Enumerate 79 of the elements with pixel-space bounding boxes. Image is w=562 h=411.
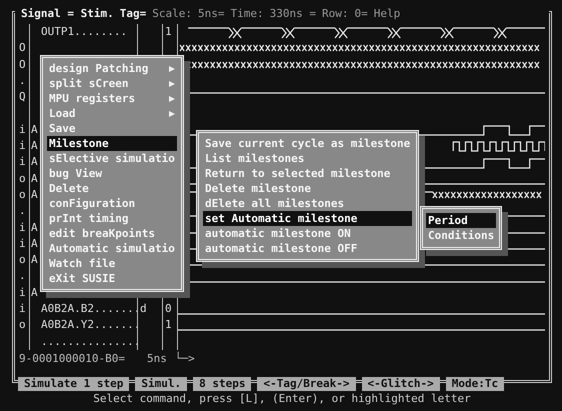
function-key[interactable]: <-Glitch-> bbox=[362, 377, 440, 391]
signal-direction: o bbox=[19, 318, 26, 332]
header-label: 0= bbox=[354, 6, 368, 20]
menu-item[interactable]: Save current cycle as milestone bbox=[203, 136, 412, 151]
menu-item[interactable]: bug View bbox=[47, 166, 177, 181]
signal-type: A bbox=[31, 139, 38, 152]
menu-item[interactable]: dElete all milestones bbox=[203, 196, 412, 211]
scale-label: 5ns bbox=[146, 352, 167, 365]
header-label: Signal = Stim. bbox=[21, 6, 114, 20]
signal-direction: . bbox=[19, 204, 26, 218]
menu-item[interactable]: Return to selected milestone bbox=[203, 166, 412, 181]
header-label: Help bbox=[374, 6, 400, 20]
signal-type: A bbox=[31, 188, 38, 201]
signal-direction: o bbox=[19, 253, 26, 266]
menu-item[interactable]: Watch file bbox=[47, 256, 177, 271]
signal-type: A bbox=[31, 236, 38, 250]
signal-value: 1 bbox=[162, 317, 178, 334]
menu-item[interactable]: design Patching bbox=[47, 61, 177, 76]
status-hint: Select command, press [L], (Enter), or highlighted letter bbox=[92, 392, 472, 405]
menu-item[interactable]: automatic milestone ON bbox=[203, 226, 412, 241]
signal-direction: i bbox=[19, 236, 26, 250]
header-label: 330ns = bbox=[270, 6, 316, 20]
signal-name: OUTP1........ bbox=[41, 25, 128, 38]
signal-value: 0 bbox=[162, 301, 178, 318]
signal-direction: i bbox=[19, 220, 26, 234]
signal-type: A bbox=[31, 172, 38, 185]
header-label: Time: bbox=[230, 6, 264, 20]
menu-item[interactable]: edit breaKpoints bbox=[47, 226, 177, 241]
menu-item[interactable]: eXit SUSIE bbox=[47, 271, 177, 286]
signal-direction: o bbox=[19, 188, 26, 201]
menu-item[interactable]: prInt timing bbox=[47, 211, 177, 226]
menu-item[interactable]: automatic milestone OFF bbox=[203, 241, 412, 256]
signal-type: A bbox=[31, 253, 38, 266]
signal-value bbox=[162, 334, 178, 350]
signal-type: A bbox=[31, 155, 38, 168]
menu-item[interactable]: Milestone bbox=[47, 136, 177, 151]
header-label: Row: bbox=[322, 6, 348, 20]
signal-direction: . bbox=[19, 74, 26, 87]
menu-item[interactable]: Load bbox=[47, 106, 177, 121]
menu-item[interactable]: Delete bbox=[47, 181, 177, 196]
signal-direction: i bbox=[19, 155, 26, 168]
function-key[interactable]: <-Tag/Break-> bbox=[257, 377, 356, 391]
signal-type: A bbox=[31, 220, 38, 234]
menu-item[interactable]: Automatic simulatio bbox=[47, 241, 177, 256]
menu-item[interactable]: split sCreen bbox=[47, 76, 177, 91]
signal-direction: i bbox=[19, 122, 26, 136]
function-key[interactable]: Simul. bbox=[135, 377, 188, 391]
function-key[interactable]: 8 steps bbox=[193, 377, 252, 391]
signal-direction: . bbox=[19, 269, 26, 282]
signal-direction: i bbox=[19, 302, 26, 316]
signal-direction: i bbox=[19, 139, 26, 152]
signal-value: 1 bbox=[162, 24, 178, 40]
signal-direction: O bbox=[19, 41, 26, 54]
menu-item[interactable]: Period bbox=[426, 213, 496, 228]
header-label: Tag= bbox=[120, 6, 146, 20]
signal-name: A0B2A.Y2....... bbox=[41, 318, 140, 332]
menu-item[interactable]: List milestones bbox=[203, 151, 412, 166]
signal-direction: Q bbox=[19, 90, 26, 104]
menu-item[interactable]: MPU registers bbox=[47, 91, 177, 106]
menu-item[interactable]: conFiguration bbox=[47, 196, 177, 211]
function-key[interactable]: Simulate 1 step bbox=[18, 377, 130, 391]
signal-direction: o bbox=[19, 172, 26, 185]
signal-direction: O bbox=[19, 58, 26, 71]
function-key[interactable]: Mode:Tc bbox=[446, 377, 504, 391]
menu-item[interactable]: Conditions bbox=[426, 228, 496, 243]
signal-name: ............... bbox=[41, 334, 140, 348]
menu-item[interactable]: sElective simulatio bbox=[47, 151, 177, 166]
menu-item[interactable]: Delete milestone bbox=[203, 181, 412, 196]
signal-mode-label: d bbox=[140, 302, 147, 316]
header-label: Scale: bbox=[152, 6, 192, 20]
cursor-arrow: └─> bbox=[174, 352, 195, 365]
cursor-address: 9-0001000010-B0= bbox=[19, 352, 125, 365]
menu-item[interactable]: Save bbox=[47, 121, 177, 136]
menu-item[interactable]: set Automatic milestone bbox=[203, 211, 412, 226]
signal-name: A0B2A.B2....... bbox=[41, 302, 140, 316]
signal-direction: i bbox=[19, 286, 26, 299]
header-label: 5ns= bbox=[198, 6, 224, 20]
signal-type: A bbox=[31, 286, 38, 299]
signal-type: A bbox=[31, 122, 38, 136]
